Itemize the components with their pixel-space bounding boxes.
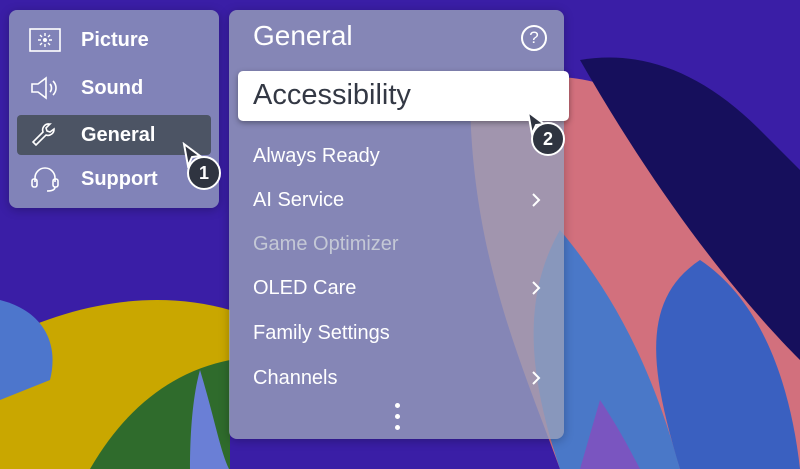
menu-item-label: Always Ready	[253, 144, 380, 167]
category-label: General	[81, 123, 156, 146]
menu-item-family-settings[interactable]: Family Settings	[253, 315, 543, 351]
category-sound[interactable]: Sound	[17, 68, 211, 108]
help-icon[interactable]: ?	[521, 25, 547, 51]
category-picture[interactable]: Picture	[17, 20, 211, 60]
menu-item-label: Game Optimizer	[253, 232, 399, 255]
headset-icon	[27, 165, 63, 193]
menu-item-label: Accessibility	[253, 79, 411, 111]
menu-item-always-ready[interactable]: Always Ready	[253, 138, 543, 174]
menu-item-game-optimizer: Game Optimizer	[253, 226, 543, 262]
menu-item-label: OLED Care	[253, 276, 357, 299]
chevron-right-icon	[529, 278, 543, 298]
chevron-right-icon	[529, 368, 543, 388]
step-badge-2: 2	[531, 122, 565, 156]
menu-item-label: Family Settings	[253, 321, 390, 344]
menu-title: General	[253, 20, 353, 51]
speaker-icon	[27, 74, 63, 102]
menu-item-label: AI Service	[253, 188, 345, 211]
category-label: Support	[81, 167, 158, 190]
more-options-icon[interactable]	[394, 403, 402, 437]
category-label: Picture	[81, 28, 149, 51]
chevron-right-icon	[529, 190, 543, 210]
menu-item-label: Channels	[253, 366, 338, 389]
menu-item-accessibility[interactable]: Accessibility	[238, 71, 569, 121]
wrench-icon	[27, 121, 63, 149]
menu-item-ai-service[interactable]: AI Service	[253, 182, 543, 218]
step-badge-1: 1	[187, 156, 221, 190]
general-menu-panel: General ? Accessibility Always Ready AI …	[229, 10, 569, 439]
picture-icon	[27, 26, 63, 54]
menu-item-oled-care[interactable]: OLED Care	[253, 270, 543, 306]
menu-item-channels[interactable]: Channels	[253, 360, 543, 396]
category-label: Sound	[81, 76, 144, 99]
